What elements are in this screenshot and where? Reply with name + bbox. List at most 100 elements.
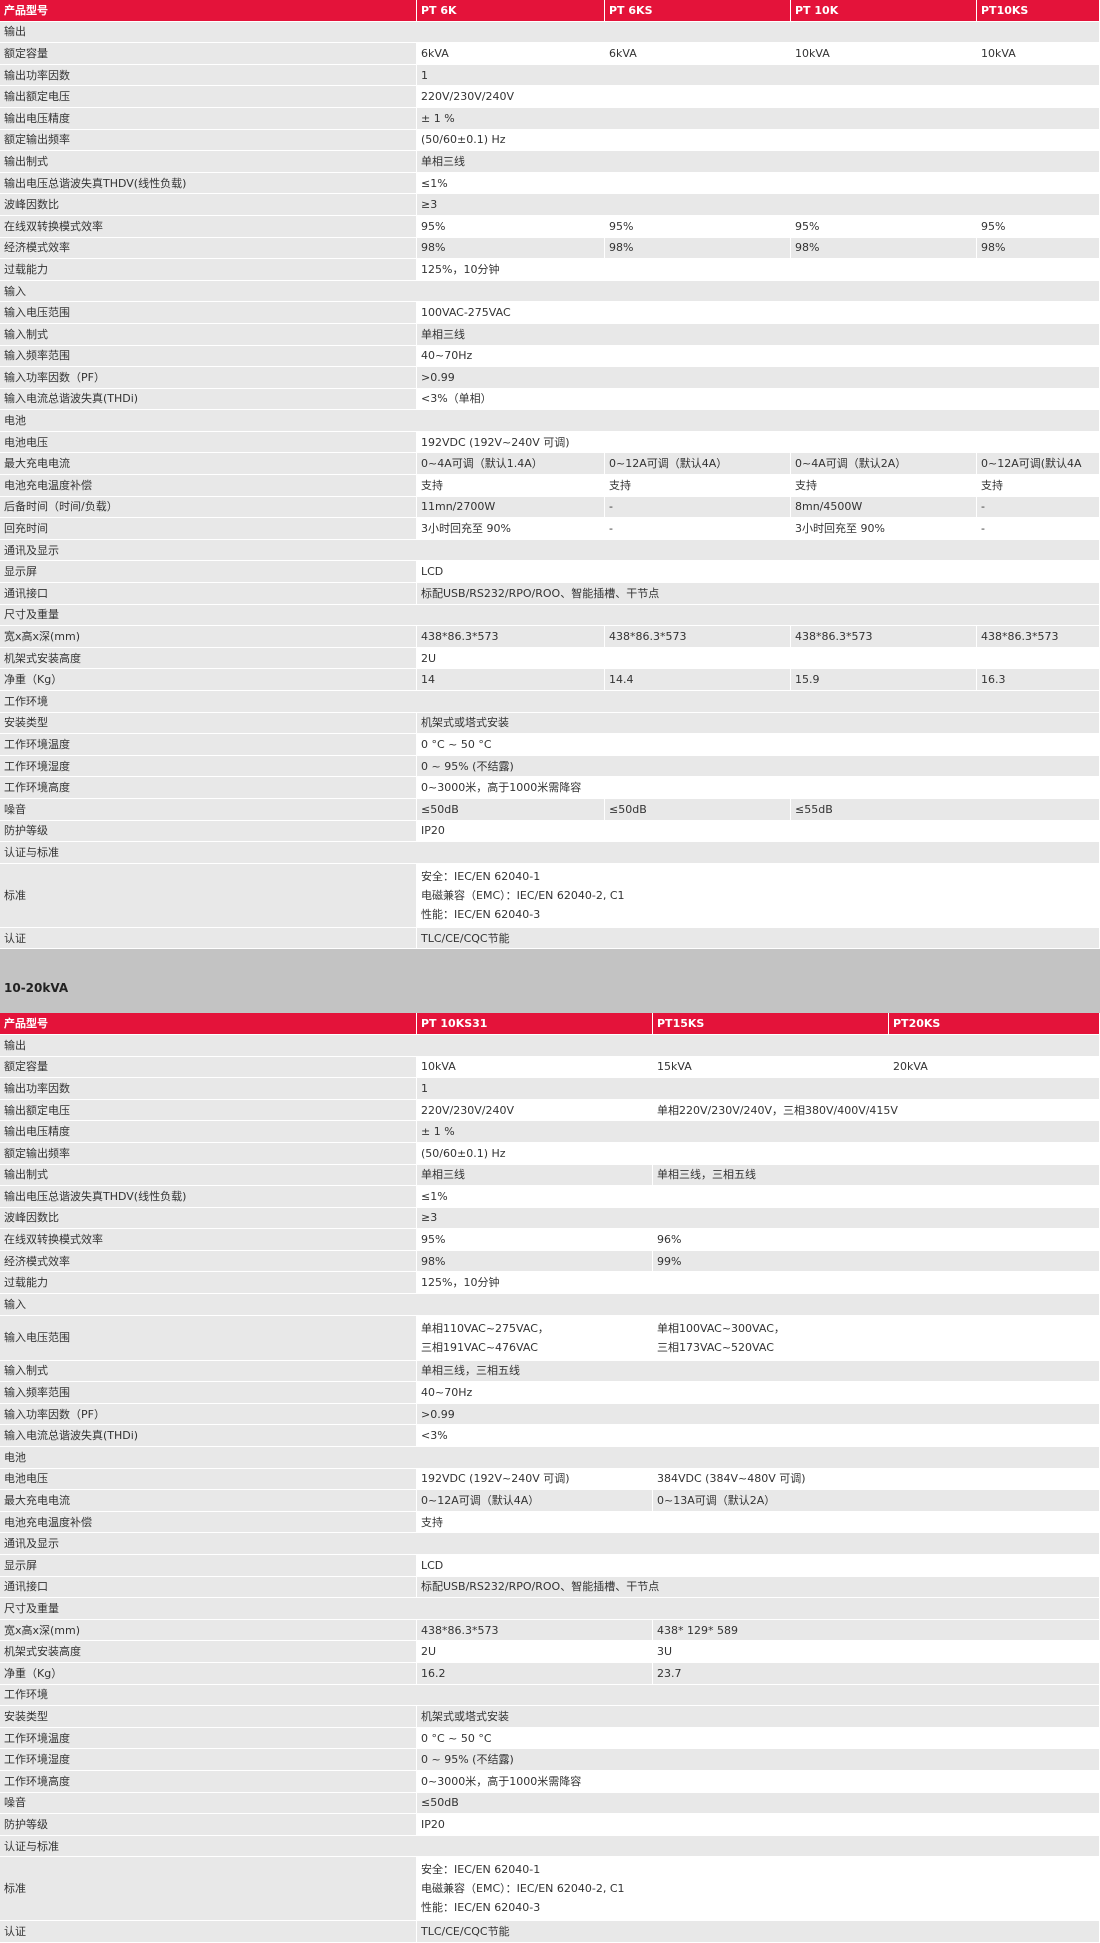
- table-row: 最大充电电流 0~4A可调（默认1.4A） 0~12A可调（默认4A） 0~4A可调（…: [0, 453, 1100, 476]
- cell-value: 40~70Hz: [417, 1382, 1100, 1404]
- table-row: 机架式安装高度 2U 3U: [0, 1641, 1100, 1663]
- row-label: 经济模式效率: [0, 237, 417, 260]
- cell-value: IP20: [417, 820, 1100, 843]
- table-row: 额定容量 10kVA 15kVA 20kVA: [0, 1056, 1100, 1079]
- header-model: PT 6KS: [605, 0, 791, 22]
- row-label: 电池充电温度补偿: [0, 475, 417, 497]
- cell-value: 2U: [417, 647, 1100, 670]
- cell-value: 支持: [417, 1511, 1100, 1534]
- cell-value: 98%: [605, 237, 791, 260]
- cell-line: 三相173VAC~520VAC: [657, 1340, 774, 1354]
- cell-value: 98%: [417, 1250, 653, 1273]
- cell-value: 0~4A可调（默认1.4A）: [417, 453, 605, 476]
- table-row: 工作环境温度 0 °C ~ 50 °C: [0, 1727, 1100, 1750]
- cell-line: 安全：IEC/EN 62040-1: [421, 869, 541, 883]
- table-row: 通讯接口 标配USB/RS232/RPO/ROO、智能插槽、干节点: [0, 1576, 1100, 1599]
- cell-value: 220V/230V/240V: [417, 1099, 653, 1122]
- cell-value: 支持: [605, 475, 791, 497]
- cell-value: <3%: [417, 1425, 1100, 1448]
- table-row: 噪音 ≤50dB ≤50dB ≤55dB: [0, 798, 1100, 821]
- cell-value: 6kVA: [417, 43, 605, 65]
- cell-value: 438*86.3*573: [417, 626, 605, 648]
- cell-line: 电磁兼容（EMC）：IEC/EN 62040-2, C1: [421, 888, 625, 902]
- row-label: 输入电流总谐波失真(THDi): [0, 388, 417, 411]
- section-row: 工作环境: [0, 1684, 1100, 1707]
- table-row: 安装类型 机架式或塔式安装: [0, 712, 1100, 735]
- cell-value: 100VAC-275VAC: [417, 302, 1100, 324]
- cell-line: 性能：IEC/EN 62040-3: [421, 1901, 541, 1915]
- table-row: 认证 TLC/CE/CQC节能: [0, 927, 1100, 950]
- section-label: 电池: [0, 1447, 1100, 1469]
- row-label: 工作环境温度: [0, 734, 417, 756]
- table-row: 波峰因数比 ≥3: [0, 194, 1100, 216]
- section-label: 通讯及显示: [0, 1533, 1100, 1555]
- header-model: PT 10K: [791, 0, 977, 22]
- row-label: 波峰因数比: [0, 194, 417, 216]
- row-label: 认证: [0, 927, 417, 950]
- row-label: 显示屏: [0, 1555, 417, 1577]
- row-label: 经济模式效率: [0, 1250, 417, 1273]
- row-label: 机架式安装高度: [0, 647, 417, 670]
- cell-value: ≤1%: [417, 172, 1100, 195]
- cell-value: 机架式或塔式安装: [417, 1706, 1100, 1728]
- section-row: 输入: [0, 280, 1100, 303]
- table-row: 电池电压 192VDC (192V~240V 可调) 384VDC (384V~48…: [0, 1468, 1100, 1491]
- table-row: 输入电压范围 单相110VAC~275VAC， 三相191VAC~476VAC 单相1…: [0, 1315, 1100, 1361]
- cell-value: -: [605, 518, 791, 540]
- table-row: 工作环境高度 0~3000米，高于1000米需降容: [0, 777, 1100, 799]
- row-label: 输入电流总谐波失真(THDi): [0, 1425, 417, 1448]
- section-label: 输出: [0, 1034, 1100, 1057]
- section-label: 工作环境: [0, 1684, 1100, 1707]
- cell-value: 单相三线: [417, 323, 1100, 346]
- section-label: 尺寸及重量: [0, 604, 1100, 627]
- cell-value: 192VDC (192V~240V 可调): [417, 1468, 653, 1491]
- row-label: 安装类型: [0, 712, 417, 735]
- cell-value: 0~12A可调（默认4A）: [605, 453, 791, 476]
- row-label: 回充时间: [0, 518, 417, 540]
- cell-value: 95%: [791, 215, 977, 238]
- table-row: 最大充电电流 0~12A可调（默认4A） 0~13A可调（默认2A）: [0, 1490, 1100, 1512]
- cell-value: 14.4: [605, 669, 791, 691]
- table-row: 输出制式 单相三线: [0, 151, 1100, 173]
- cell-value: IP20: [417, 1814, 1100, 1836]
- table-row: 标准 安全：IEC/EN 62040-1 电磁兼容（EMC）：IEC/EN 6204…: [0, 1857, 1100, 1922]
- cell-value: TLC/CE/CQC节能: [417, 927, 1100, 950]
- cell-value: 单相220V/230V/240V，三相380V/400V/415V: [653, 1099, 1100, 1122]
- cell-value: 0 ~ 95% (不结露): [417, 1749, 1100, 1771]
- table-row: 输入频率范围 40~70Hz: [0, 345, 1100, 368]
- table-row: 在线双转换模式效率 95% 95% 95% 95%: [0, 215, 1100, 238]
- row-label: 输入制式: [0, 1360, 417, 1383]
- row-label: 认证: [0, 1921, 417, 1943]
- section-title: 10-20kVA: [4, 981, 69, 996]
- cell-value: ≥3: [417, 1207, 1100, 1230]
- row-label: 过载能力: [0, 259, 417, 281]
- cell-value: 0~12A可调(默认4A: [977, 453, 1100, 476]
- section-label: 输入: [0, 1294, 1100, 1316]
- row-label: 额定输出频率: [0, 1142, 417, 1165]
- header-model: PT10KS: [977, 0, 1100, 22]
- header-label: 产品型号: [0, 0, 417, 22]
- row-label: 后备时间（时间/负载）: [0, 496, 417, 519]
- row-label: 标准: [0, 1857, 417, 1922]
- table-row: 额定容量 6kVA 6kVA 10kVA 10kVA: [0, 43, 1100, 65]
- cell-value: 机架式或塔式安装: [417, 712, 1100, 735]
- table-row: 通讯接口 标配USB/RS232/RPO/ROO、智能插槽、干节点: [0, 583, 1100, 605]
- table-row: 输入频率范围 40~70Hz: [0, 1382, 1100, 1404]
- cell-value: 15.9: [791, 669, 977, 691]
- cell-value: ≤50dB: [605, 798, 791, 821]
- table-row: 净重（Kg） 16.2 23.7: [0, 1662, 1100, 1685]
- cell-value: >0.99: [417, 1403, 1100, 1426]
- spec-table-6-10kva: 产品型号 PT 6K PT 6KS PT 10K PT10KS 输出 额定容量 6kVA 6kV…: [0, 0, 1100, 950]
- row-label: 标准: [0, 863, 417, 928]
- row-label: 安装类型: [0, 1706, 417, 1728]
- header-model: PT 6K: [417, 0, 605, 22]
- spec-table-10-20kva: 产品型号 PT 10KS31 PT15KS PT20KS 输出 额定容量 10kVA 15kV…: [0, 1013, 1100, 1943]
- table-row: 输出电压总谐波失真THDV(线性负载) ≤1%: [0, 1186, 1100, 1208]
- section-label: 认证与标准: [0, 842, 1100, 864]
- cell-value: 安全：IEC/EN 62040-1 电磁兼容（EMC）：IEC/EN 62040-…: [417, 1857, 1100, 1922]
- cell-line: 单相110VAC~275VAC，: [421, 1321, 549, 1335]
- table-row: 输入制式 单相三线，三相五线: [0, 1360, 1100, 1383]
- cell-value: -: [977, 518, 1100, 540]
- table-row: 过载能力 125%，10分钟: [0, 1272, 1100, 1295]
- cell-value: 11mn/2700W: [417, 496, 605, 519]
